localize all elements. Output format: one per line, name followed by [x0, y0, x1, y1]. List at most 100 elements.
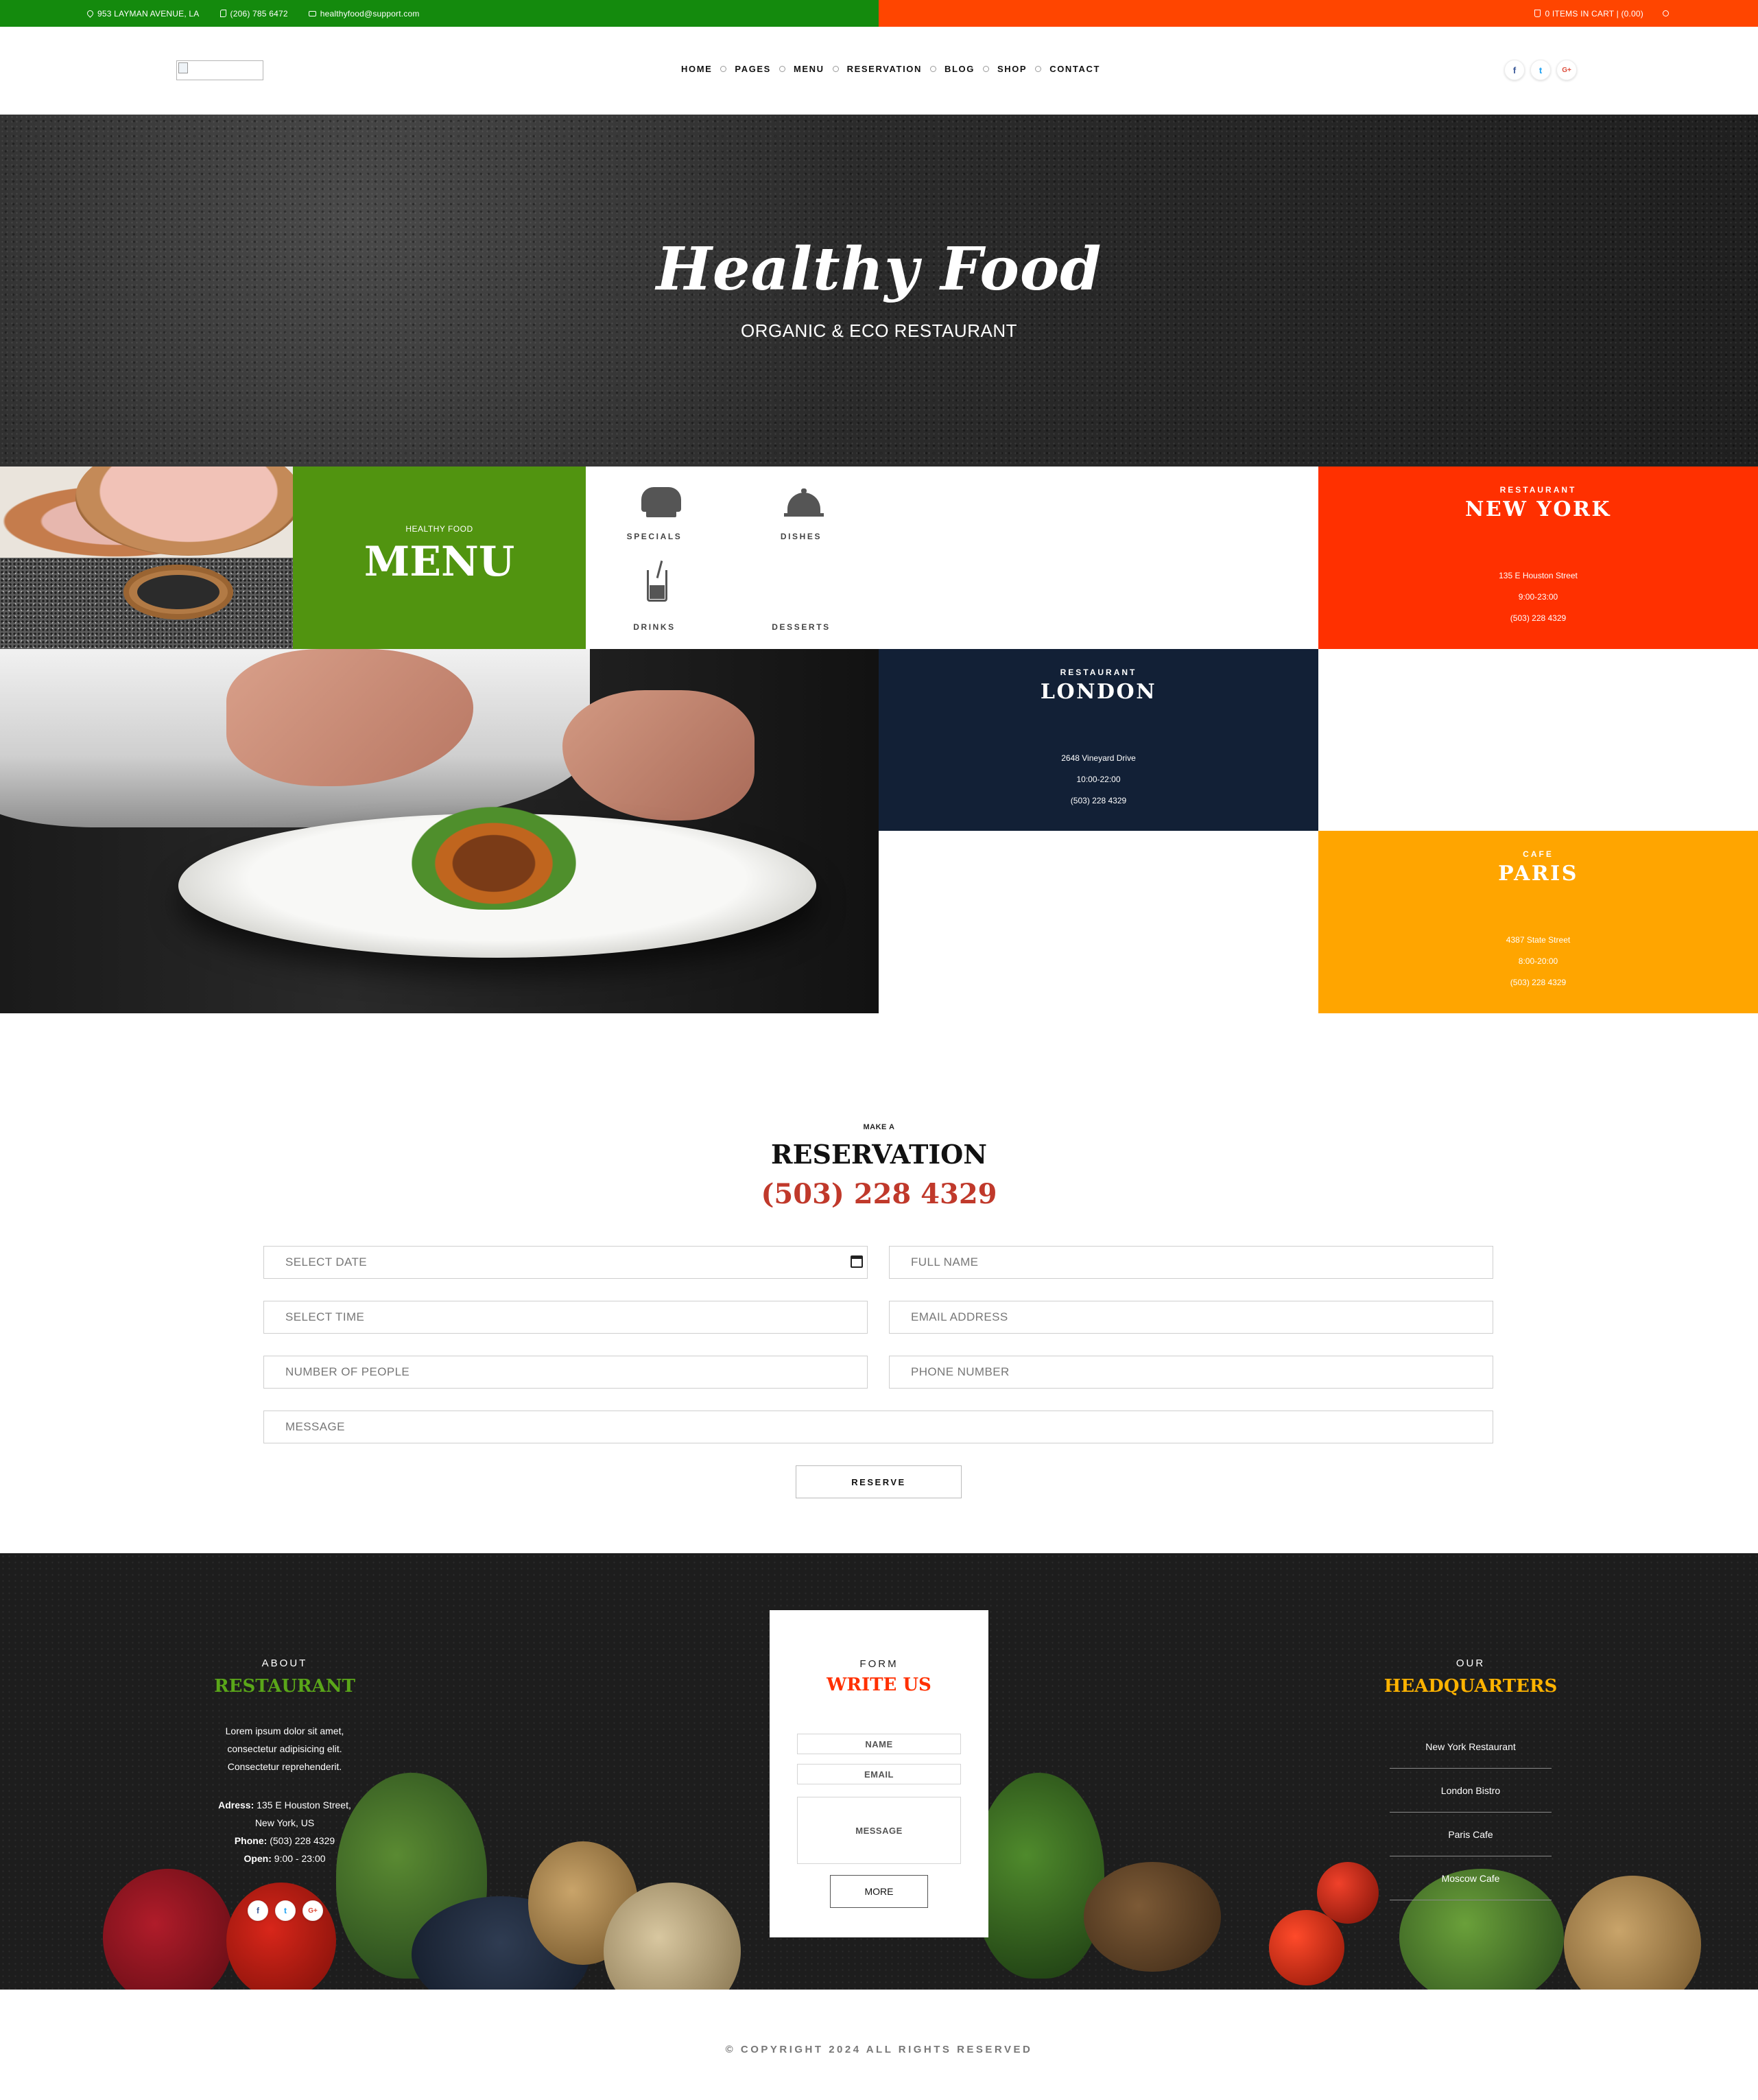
menu-tile[interactable]: HEALTHY FOOD MENU	[293, 467, 586, 649]
nav-shop[interactable]: SHOP	[997, 64, 1027, 74]
phone-icon	[219, 10, 226, 17]
menu-kicker: HEALTHY FOOD	[405, 524, 473, 534]
phone-item[interactable]: (206) 785 6472	[219, 9, 288, 19]
category-label: DRINKS	[633, 622, 676, 632]
address-text: 953 LAYMAN AVENUE, LA	[97, 8, 200, 19]
google-plus-icon[interactable]: G+	[1556, 60, 1577, 80]
location-phone: (503) 228 4329	[1510, 978, 1567, 987]
cart-text: 0 ITEMS IN CART | (0.00)	[1545, 8, 1643, 19]
facebook-icon[interactable]: f	[248, 1900, 268, 1921]
category-specials[interactable]: SPECIALS	[586, 467, 723, 558]
about-address: Adress: 135 E Houston Street,	[218, 1800, 351, 1810]
nav-menu[interactable]: MENU	[794, 64, 824, 74]
category-label: SPECIALS	[626, 532, 682, 541]
reservation-kicker: MAKE A	[863, 1123, 895, 1131]
facebook-icon[interactable]: f	[1504, 60, 1525, 80]
nav-pages[interactable]: PAGES	[735, 64, 771, 74]
location-new-york[interactable]: RESTAURANT NEW YORK 135 E Houston Street…	[1318, 467, 1758, 649]
site-logo[interactable]	[176, 60, 263, 80]
location-phone: (503) 228 4329	[1510, 613, 1567, 623]
full-name-field[interactable]: FULL NAME	[889, 1246, 1493, 1279]
address-item: 953 LAYMAN AVENUE, LA	[86, 8, 200, 19]
message-field[interactable]: MESSAGE	[263, 1411, 1493, 1443]
copyright: © COPYRIGHT 2024 ALL RIGHTS RESERVED	[725, 2044, 1033, 2055]
search-button[interactable]	[1663, 10, 1669, 16]
nav-separator	[930, 66, 936, 72]
hq-item-moscow[interactable]: Moscow Cafe	[1390, 1856, 1552, 1900]
salt-bowl-image	[0, 467, 293, 558]
twitter-icon[interactable]: t	[1530, 60, 1551, 80]
category-drinks[interactable]: DRINKS	[586, 558, 723, 649]
location-name: PARIS	[1498, 862, 1578, 886]
location-paris[interactable]: CAFE PARIS 4387 State Street 8:00-20:00 …	[1318, 831, 1758, 1013]
location-address: 4387 State Street	[1506, 935, 1571, 945]
envelope-icon	[308, 10, 316, 16]
people-field[interactable]: NUMBER OF PEOPLE	[263, 1356, 868, 1389]
location-kicker: CAFE	[1523, 849, 1554, 859]
twitter-icon[interactable]: t	[275, 1900, 296, 1921]
about-open: Open: 9:00 - 23:00	[243, 1853, 326, 1864]
reservation-phone[interactable]: (503) 228 4329	[0, 1178, 1758, 1210]
nav-separator	[982, 66, 989, 72]
nav-reservation[interactable]: RESERVATION	[847, 64, 922, 74]
hero-subtitle: ORGANIC & ECO RESTAURANT	[740, 320, 1017, 341]
shopping-bag-icon	[1534, 10, 1541, 17]
form-kicker: FORM	[859, 1658, 899, 1670]
reserve-button[interactable]: RESERVE	[796, 1465, 962, 1498]
google-plus-icon[interactable]: G+	[302, 1900, 323, 1921]
about-title: RESTAURANT	[214, 1676, 355, 1697]
header-social: f t G+	[1504, 60, 1577, 80]
site-header: HOME PAGES MENU RESERVATION BLOG SHOP CO…	[0, 27, 1758, 115]
hq-item-london[interactable]: London Bistro	[1390, 1769, 1552, 1813]
hq-item-new-york[interactable]: New York Restaurant	[1390, 1725, 1552, 1769]
location-hours: 10:00-22:00	[1076, 775, 1121, 784]
nav-blog[interactable]: BLOG	[945, 64, 975, 74]
write-us-form: FORM WRITE US NAME EMAIL MESSAGE MORE	[770, 1610, 988, 1937]
full-name-placeholder: FULL NAME	[911, 1255, 979, 1269]
more-button[interactable]: MORE	[830, 1875, 928, 1908]
time-field[interactable]: SELECT TIME	[263, 1301, 868, 1334]
about-text: Lorem ipsum dolor sit amet, consectetur …	[194, 1722, 375, 1867]
people-placeholder: NUMBER OF PEOPLE	[285, 1365, 410, 1378]
form-name-input[interactable]: NAME	[797, 1734, 961, 1754]
location-kicker: RESTAURANT	[1499, 485, 1577, 495]
phone-field[interactable]: PHONE NUMBER	[889, 1356, 1493, 1389]
about-city: New York, US	[254, 1817, 315, 1828]
footer-social: f t G+	[248, 1900, 323, 1921]
location-phone: (503) 228 4329	[1070, 796, 1127, 805]
nav-separator	[1035, 66, 1042, 72]
location-london[interactable]: RESTAURANT LONDON 2648 Vineyard Drive 10…	[879, 649, 1318, 831]
footer-headquarters: OUR HEADQUARTERS	[1380, 1657, 1561, 1697]
hq-title: HEADQUARTERS	[1383, 1676, 1558, 1697]
form-email-input[interactable]: EMAIL	[797, 1764, 961, 1784]
form-message-input[interactable]: MESSAGE	[797, 1797, 961, 1864]
category-dishes[interactable]: DISHES	[733, 467, 870, 558]
top-bar-shop: 0 ITEMS IN CART | (0.00)	[879, 0, 1758, 27]
email-item[interactable]: healthyfood@support.com	[308, 9, 420, 19]
blank-tile	[1318, 649, 1758, 831]
form-title: WRITE US	[827, 1675, 931, 1695]
nav-home[interactable]: HOME	[681, 64, 712, 74]
email-field[interactable]: EMAIL ADDRESS	[889, 1301, 1493, 1334]
category-label: DESSERTS	[772, 622, 831, 632]
category-desserts[interactable]: DESSERTS	[733, 558, 870, 649]
blank-tile	[879, 467, 1318, 649]
date-field[interactable]: SELECT DATE	[263, 1246, 868, 1279]
phone-placeholder: PHONE NUMBER	[911, 1365, 1010, 1378]
calendar-icon[interactable]	[851, 1255, 863, 1268]
search-icon	[1663, 10, 1669, 16]
cart-link[interactable]: 0 ITEMS IN CART | (0.00)	[1534, 9, 1643, 19]
nav-separator	[720, 66, 727, 72]
hq-item-paris[interactable]: Paris Cafe	[1390, 1813, 1552, 1856]
blank-tile	[879, 831, 1318, 1013]
menu-title: MENU	[364, 538, 515, 586]
time-placeholder: SELECT TIME	[285, 1310, 365, 1323]
category-label: DISHES	[780, 532, 822, 541]
date-placeholder: SELECT DATE	[285, 1255, 368, 1269]
main-nav: HOME PAGES MENU RESERVATION BLOG SHOP CO…	[681, 64, 1100, 74]
nav-separator	[779, 66, 785, 72]
location-address: 135 E Houston Street	[1499, 571, 1578, 580]
map-pin-icon	[86, 9, 95, 18]
nav-contact[interactable]: CONTACT	[1049, 64, 1100, 74]
chef-plating-image	[0, 649, 879, 1013]
